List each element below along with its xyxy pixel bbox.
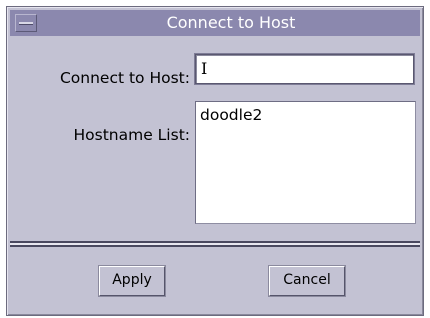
title-bar[interactable]: Connect to Host [10,10,420,36]
connect-to-host-dialog: Connect to Host Connect to Host: I Hostn… [6,6,424,316]
hostname-list-label: Hostname List: [73,126,191,144]
host-input[interactable]: I [194,53,415,85]
hostname-list[interactable]: doodle2 [195,101,416,224]
cancel-button[interactable]: Cancel [269,266,345,296]
separator [10,241,420,247]
list-item[interactable]: doodle2 [200,106,262,124]
window-title: Connect to Host [166,13,296,32]
window-menu-button[interactable] [15,14,37,32]
text-cursor-icon: I [201,59,208,78]
window-menu-icon [19,22,33,25]
apply-button[interactable]: Apply [99,266,165,296]
connect-to-host-label: Connect to Host: [59,69,190,87]
